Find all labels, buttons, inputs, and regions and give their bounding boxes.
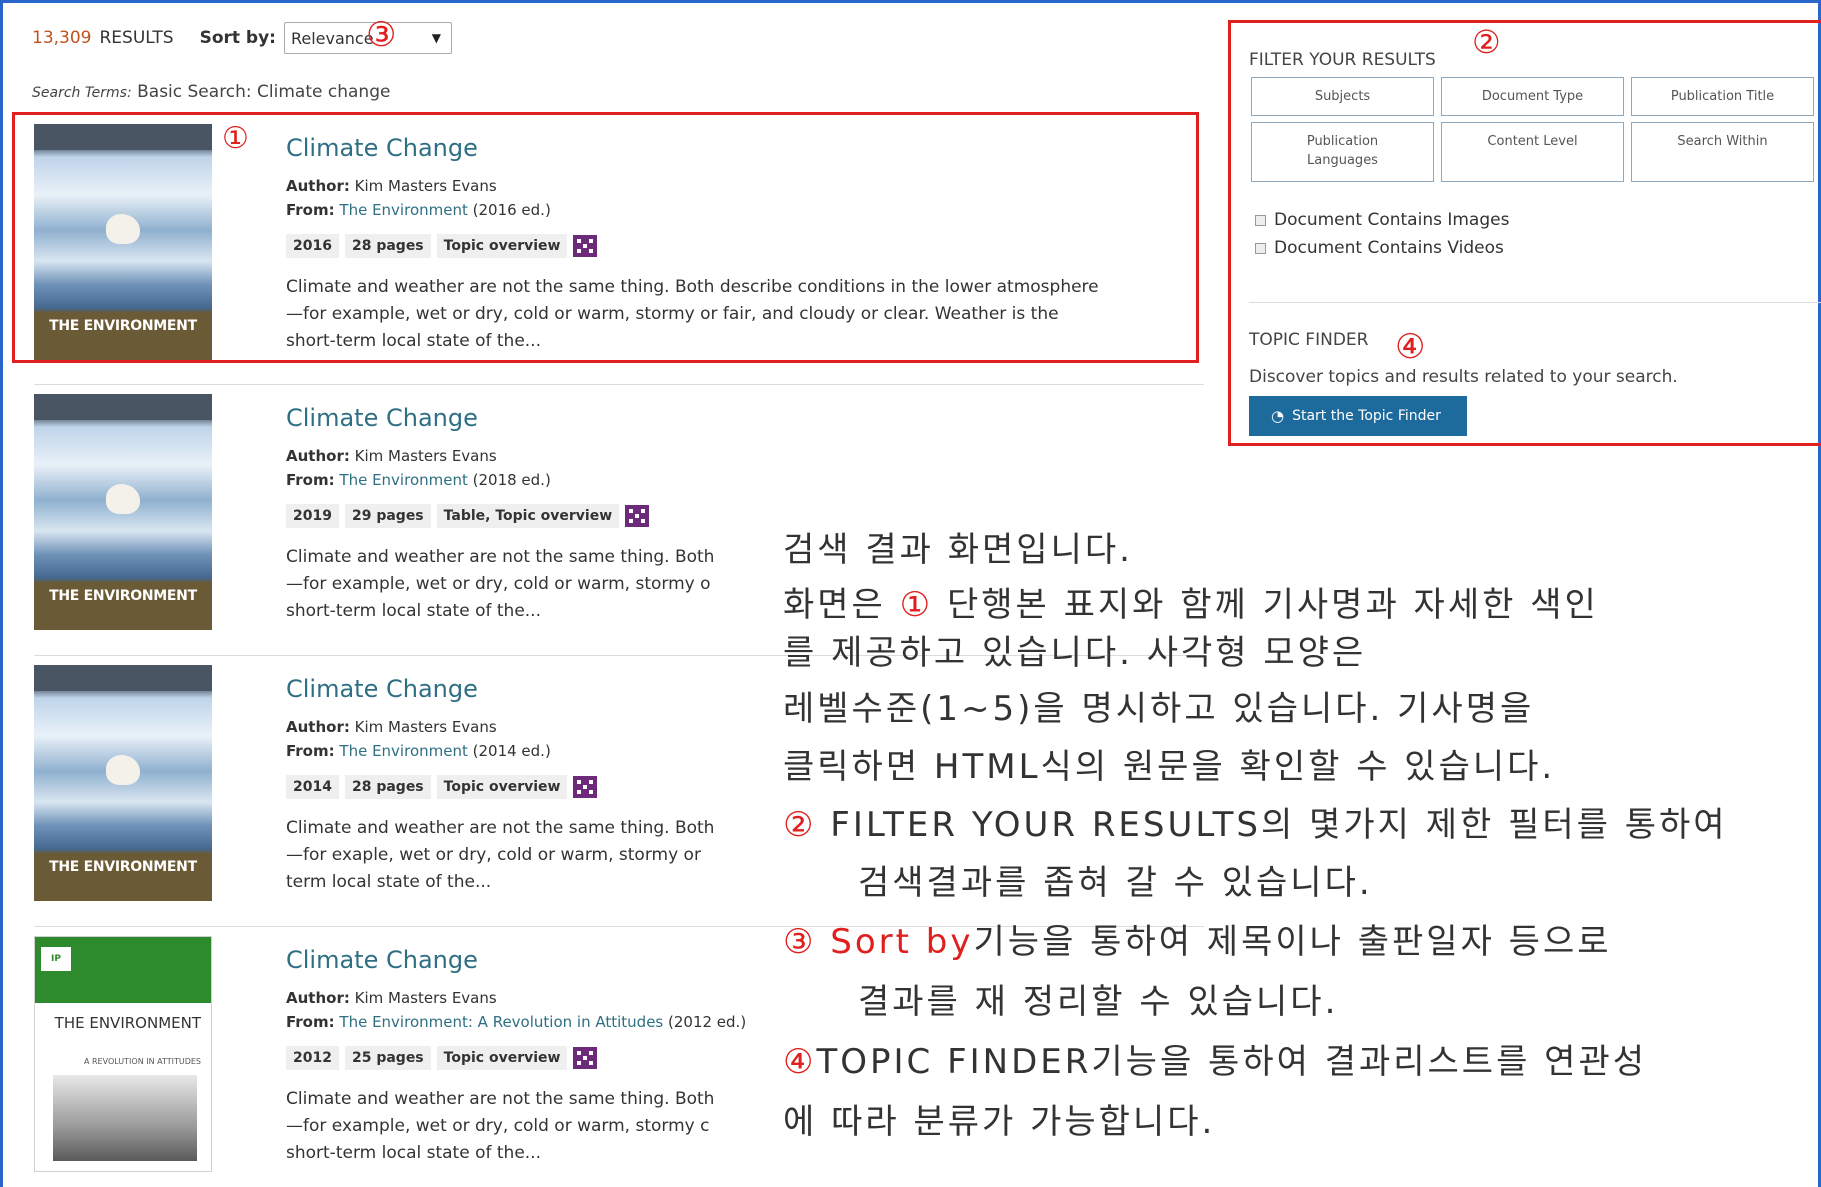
search-terms: Search Terms: Basic Search: Climate chan…	[32, 82, 390, 102]
result-author: Author: Kim Masters Evans	[286, 177, 497, 195]
annotation-line-6: ② FILTER YOUR RESULTS의 몇가지 제한 필터를 통하여	[783, 805, 1728, 845]
tag-pages: 28 pages	[344, 234, 431, 258]
checkbox-images[interactable]: Document Contains Images	[1255, 210, 1509, 230]
publisher-logo: IP	[41, 947, 71, 971]
cover-title: THE ENVIRONMENT	[54, 1014, 201, 1032]
result-title-link[interactable]: Climate Change	[286, 946, 478, 974]
content-level-icon	[573, 776, 598, 798]
checkbox-box[interactable]	[1255, 214, 1266, 226]
search-terms-label: Search Terms:	[32, 85, 132, 101]
source-link[interactable]: The Environment	[339, 471, 467, 489]
source-link[interactable]: The Environment: A Revolution in Attitud…	[339, 1013, 663, 1031]
tag-type: Table, Topic overview	[436, 504, 620, 528]
content-level-icon	[573, 1047, 598, 1069]
marker-2: ②	[1472, 23, 1501, 61]
results-label: RESULTS	[99, 28, 174, 48]
content-level-icon	[573, 235, 598, 257]
checkbox-box[interactable]	[1255, 242, 1266, 254]
panel-divider	[1249, 302, 1821, 303]
cover-title: THE ENVIRONMENT	[49, 318, 197, 334]
result-tags: 2014 28 pages Topic overview	[286, 775, 598, 799]
tag-year: 2016	[286, 234, 339, 258]
annotation-line-10: ④TOPIC FINDER기능을 통하여 결과리스트를 연관성	[783, 1042, 1648, 1082]
marker-4: ④	[1395, 327, 1426, 367]
annotation-line-7: 검색결과를 좁혀 갈 수 있습니다.	[858, 863, 1373, 903]
polar-bear-image	[106, 484, 140, 514]
cover-title: THE ENVIRONMENT	[49, 859, 197, 875]
start-topic-finder-button[interactable]: ◔ Start the Topic Finder	[1249, 396, 1467, 436]
annotation-line-8: ③ Sort by기능을 통하여 제목이나 출판일자 등으로	[783, 922, 1612, 962]
sort-select-value: Relevance	[290, 28, 374, 48]
result-title-link[interactable]: Climate Change	[286, 134, 478, 162]
filter-document-type-button[interactable]: Document Type	[1441, 77, 1624, 116]
result-tags: 2019 29 pages Table, Topic overview	[286, 504, 650, 528]
book-cover[interactable]: THE ENVIRONMENT	[34, 124, 212, 360]
topic-finder-title: TOPIC FINDER	[1249, 330, 1369, 350]
result-source: From: The Environment: A Revolution in A…	[286, 1013, 747, 1031]
annotation-line-11: 에 따라 분류가 가능합니다.	[783, 1102, 1216, 1142]
result-tags: 2016 28 pages Topic overview	[286, 234, 598, 258]
topic-finder-description: Discover topics and results related to y…	[1249, 367, 1678, 387]
filter-content-level-button[interactable]: Content Level	[1441, 122, 1624, 182]
results-count: 13,309	[32, 28, 92, 48]
sort-label: Sort by:	[199, 28, 276, 48]
filter-publication-languages-button[interactable]: Publication Languages	[1251, 122, 1434, 182]
annotation-line-5: 클릭하면 HTML식의 원문을 확인할 수 있습니다.	[783, 747, 1556, 787]
checkbox-videos[interactable]: Document Contains Videos	[1255, 238, 1504, 258]
result-author: Author: Kim Masters Evans	[286, 447, 497, 465]
filter-title: FILTER YOUR RESULTS	[1249, 50, 1436, 70]
book-cover[interactable]: THE ENVIRONMENT	[34, 394, 212, 630]
result-source: From: The Environment (2018 ed.)	[286, 471, 551, 489]
chevron-down-icon: ▼	[431, 31, 441, 45]
filter-search-within-button[interactable]: Search Within	[1631, 122, 1814, 182]
tag-type: Topic overview	[436, 234, 568, 258]
tag-year: 2012	[286, 1046, 339, 1070]
tag-year: 2014	[286, 775, 339, 799]
filter-subjects-button[interactable]: Subjects	[1251, 77, 1434, 116]
topic-finder-icon: ◔	[1271, 407, 1285, 425]
cover-photo	[53, 1075, 197, 1161]
result-author: Author: Kim Masters Evans	[286, 718, 497, 736]
annotation-line-4: 레벨수준(1~5)을 명시하고 있습니다. 기사명을	[783, 689, 1535, 729]
filter-publication-title-button[interactable]: Publication Title	[1631, 77, 1814, 116]
result-source: From: The Environment (2014 ed.)	[286, 742, 551, 760]
annotation-line-3: 를 제공하고 있습니다. 사각형 모양은	[783, 633, 1367, 673]
polar-bear-image	[106, 214, 140, 244]
search-terms-value: Basic Search: Climate change	[137, 82, 391, 102]
cover-subtitle: A REVOLUTION IN ATTITUDES	[83, 1057, 201, 1066]
annotation-line-2: 화면은 ① 단행본 표지와 함께 기사명과 자세한 색인	[783, 585, 1599, 625]
book-cover[interactable]: IP THE ENVIRONMENT A REVOLUTION IN ATTIT…	[34, 936, 212, 1172]
source-link[interactable]: The Environment	[339, 201, 467, 219]
result-title-link[interactable]: Climate Change	[286, 675, 478, 703]
tag-pages: 29 pages	[344, 504, 431, 528]
polar-bear-image	[106, 755, 140, 785]
annotation-line-1: 검색 결과 화면입니다.	[783, 530, 1133, 570]
marker-1: ①	[222, 121, 249, 156]
result-author: Author: Kim Masters Evans	[286, 989, 497, 1007]
result-title-link[interactable]: Climate Change	[286, 404, 478, 432]
result-source: From: The Environment (2016 ed.)	[286, 201, 551, 219]
tag-pages: 28 pages	[344, 775, 431, 799]
result-snippet: Climate and weather are not the same thi…	[286, 277, 1099, 351]
tag-pages: 25 pages	[344, 1046, 431, 1070]
result-tags: 2012 25 pages Topic overview	[286, 1046, 598, 1070]
annotation-line-9: 결과를 재 정리할 수 있습니다.	[858, 982, 1339, 1022]
book-cover[interactable]: THE ENVIRONMENT	[34, 665, 212, 901]
result-divider	[34, 384, 1204, 385]
tag-year: 2019	[286, 504, 339, 528]
cover-title: THE ENVIRONMENT	[49, 588, 197, 604]
tag-type: Topic overview	[436, 1046, 568, 1070]
source-link[interactable]: The Environment	[339, 742, 467, 760]
tag-type: Topic overview	[436, 775, 568, 799]
marker-3: ③	[366, 15, 397, 55]
content-level-icon	[625, 505, 650, 527]
